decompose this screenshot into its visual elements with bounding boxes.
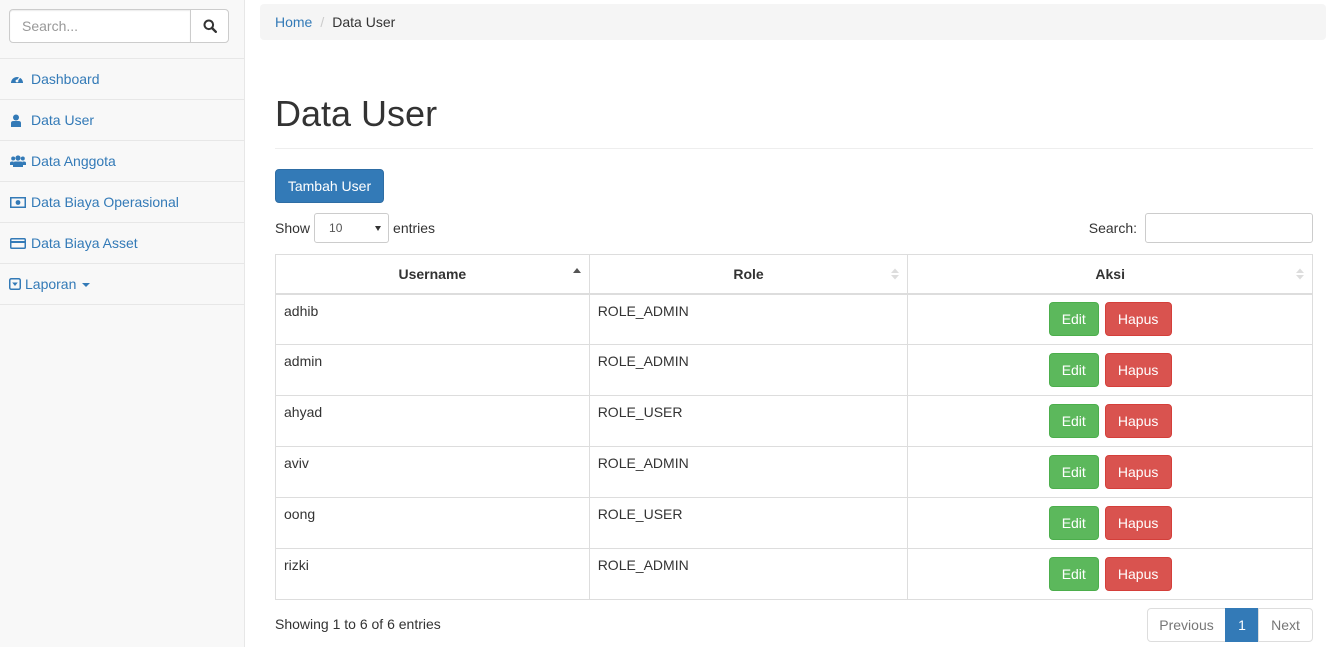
column-header-username[interactable]: Username: [275, 254, 590, 295]
table-header-row: Username Role Aksi: [275, 254, 1313, 295]
sidebar-search-button[interactable]: [190, 9, 229, 43]
caret-square-icon: [9, 277, 21, 291]
main-content: Home / Data User Data User Tambah User S…: [260, 0, 1326, 647]
sidebar-menu: Dashboard Data User Data Anggota Data Bi…: [0, 59, 244, 305]
pagination-previous[interactable]: Previous: [1147, 608, 1226, 642]
breadcrumb-home[interactable]: Home: [275, 14, 312, 30]
credit-card-icon: [10, 236, 26, 250]
cell-username: ahyad: [275, 395, 590, 447]
cell-actions: Edit Hapus: [907, 497, 1313, 549]
cell-username: admin: [275, 344, 590, 396]
table-row: rizki ROLE_ADMIN Edit Hapus: [275, 548, 1313, 600]
column-header-aksi[interactable]: Aksi: [907, 254, 1313, 295]
edit-button[interactable]: Edit: [1048, 455, 1099, 489]
sidebar: Dashboard Data User: [0, 0, 245, 647]
breadcrumb: Home / Data User: [260, 4, 1326, 40]
delete-button[interactable]: Hapus: [1104, 455, 1172, 489]
pagination-page[interactable]: 1: [1225, 608, 1259, 642]
table-row: oong ROLE_USER Edit Hapus: [275, 497, 1313, 549]
delete-button[interactable]: Hapus: [1104, 302, 1172, 337]
sidebar-item-label: Data Biaya Operasional: [31, 194, 179, 210]
breadcrumb-current: Data User: [332, 14, 396, 30]
sidebar-item-label: Dashboard: [31, 71, 100, 87]
cell-role: ROLE_ADMIN: [588, 446, 909, 498]
entries-select[interactable]: 10: [314, 213, 390, 243]
table-filter: Search:: [1089, 213, 1313, 243]
sort-asc-icon: [572, 268, 581, 273]
user-table: Username Role Aksi adhib ROLE_ADMIN Edit…: [275, 254, 1313, 600]
edit-button[interactable]: Edit: [1048, 353, 1099, 387]
entries-label: entries: [393, 220, 436, 236]
cell-username: oong: [275, 497, 590, 549]
cell-username: adhib: [275, 293, 590, 345]
entries-select-value: 10: [329, 221, 343, 235]
cell-role: ROLE_USER: [588, 395, 909, 447]
edit-button[interactable]: Edit: [1048, 302, 1099, 337]
table-row: aviv ROLE_ADMIN Edit Hapus: [275, 446, 1313, 498]
sidebar-item-data-anggota[interactable]: Data Anggota: [0, 141, 244, 182]
sort-icon: [891, 268, 900, 280]
sidebar-search-input[interactable]: [9, 9, 191, 43]
sidebar-item-label: Laporan: [25, 276, 77, 292]
sidebar-item-laporan[interactable]: Laporan: [0, 264, 244, 305]
sidebar-item-label: Data Biaya Asset: [31, 235, 138, 251]
sort-icon: [1296, 268, 1304, 280]
sidebar-item-data-biaya-asset[interactable]: Data Biaya Asset: [0, 223, 244, 264]
show-label: Show: [275, 220, 311, 236]
sidebar-item-label: Data Anggota: [31, 153, 116, 169]
cell-role: ROLE_ADMIN: [588, 548, 909, 600]
search-icon: [203, 19, 217, 33]
sidebar-item-data-biaya-operasional[interactable]: Data Biaya Operasional: [0, 182, 244, 223]
add-user-button[interactable]: Tambah User: [275, 169, 384, 203]
sidebar-item-data-user[interactable]: Data User: [0, 100, 244, 141]
dashboard-icon: [10, 72, 26, 86]
cell-actions: Edit Hapus: [907, 344, 1313, 396]
table-search-label: Search:: [1088, 220, 1137, 236]
delete-button[interactable]: Hapus: [1104, 506, 1172, 540]
column-header-role[interactable]: Role: [588, 254, 909, 295]
sidebar-item-label: Data User: [31, 112, 95, 128]
table-row: adhib ROLE_ADMIN Edit Hapus: [275, 293, 1313, 345]
chevron-down-icon: [82, 283, 91, 287]
cell-username: aviv: [275, 446, 590, 498]
cell-username: rizki: [275, 548, 590, 600]
user-icon: [10, 113, 26, 127]
delete-button[interactable]: Hapus: [1104, 404, 1172, 438]
table-row: ahyad ROLE_USER Edit Hapus: [275, 395, 1313, 447]
money-icon: [10, 195, 26, 209]
sidebar-item-dashboard[interactable]: Dashboard: [0, 59, 244, 100]
cell-actions: Edit Hapus: [907, 293, 1313, 345]
title-divider: [275, 148, 1313, 149]
cell-actions: Edit Hapus: [907, 548, 1313, 600]
cell-actions: Edit Hapus: [907, 395, 1313, 447]
users-icon: [10, 154, 26, 168]
sidebar-search: [9, 9, 229, 43]
edit-button[interactable]: Edit: [1048, 404, 1099, 438]
table-search-input[interactable]: [1145, 213, 1313, 243]
cell-role: ROLE_USER: [588, 497, 909, 549]
pagination: Previous 1 Next: [1147, 608, 1313, 642]
cell-role: ROLE_ADMIN: [588, 344, 909, 396]
edit-button[interactable]: Edit: [1048, 557, 1099, 591]
delete-button[interactable]: Hapus: [1104, 557, 1172, 591]
pagination-next[interactable]: Next: [1258, 608, 1313, 642]
table-row: admin ROLE_ADMIN Edit Hapus: [275, 344, 1313, 396]
cell-role: ROLE_ADMIN: [588, 293, 909, 345]
edit-button[interactable]: Edit: [1048, 506, 1099, 540]
table-length-control: Show 10 entries: [275, 213, 435, 243]
delete-button[interactable]: Hapus: [1104, 353, 1172, 387]
table-info: Showing 1 to 6 of 6 entries: [275, 616, 441, 632]
page-title: Data User: [275, 93, 438, 134]
select-arrow-icon: [375, 225, 382, 231]
breadcrumb-separator: /: [320, 14, 325, 30]
cell-actions: Edit Hapus: [907, 446, 1313, 498]
